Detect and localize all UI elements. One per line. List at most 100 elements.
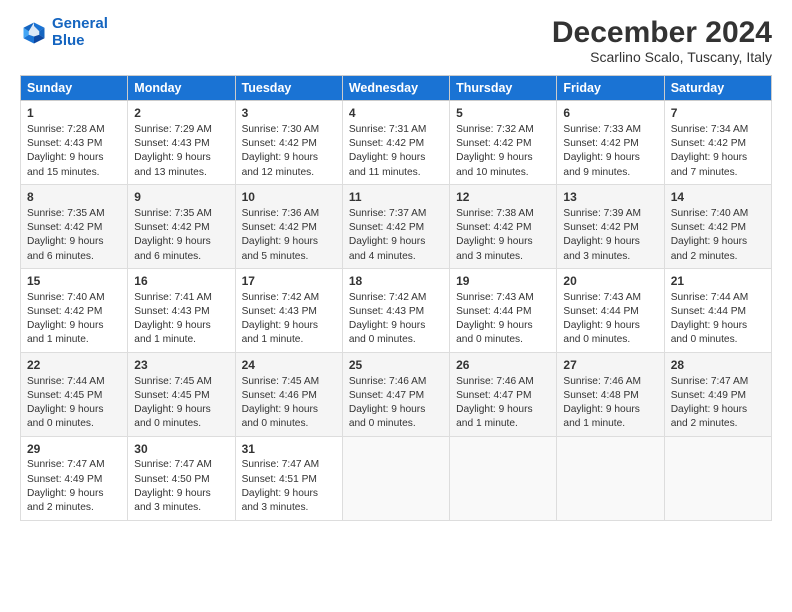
calendar-cell: 29Sunrise: 7:47 AMSunset: 4:49 PMDayligh… [21,436,128,520]
cell-line: Sunrise: 7:36 AM [242,207,336,221]
cell-line: Sunset: 4:47 PM [456,389,550,403]
cell-line: Sunset: 4:51 PM [242,473,336,487]
calendar-cell: 6Sunrise: 7:33 AMSunset: 4:42 PMDaylight… [557,101,664,185]
calendar-cell: 28Sunrise: 7:47 AMSunset: 4:49 PMDayligh… [664,352,771,436]
cell-line: Sunset: 4:42 PM [349,137,443,151]
day-header-tuesday: Tuesday [235,76,342,101]
cell-line: and 10 minutes. [456,166,550,180]
week-row-3: 15Sunrise: 7:40 AMSunset: 4:42 PMDayligh… [21,268,772,352]
cell-line: and 15 minutes. [27,166,121,180]
cell-line: and 0 minutes. [27,417,121,431]
day-header-friday: Friday [557,76,664,101]
cell-line: Sunset: 4:48 PM [563,389,657,403]
cell-line: Sunset: 4:43 PM [27,137,121,151]
cell-line: Sunrise: 7:43 AM [456,291,550,305]
day-number: 8 [27,189,121,206]
day-number: 20 [563,273,657,290]
day-number: 4 [349,105,443,122]
cell-line: and 1 minute. [563,417,657,431]
cell-line: Sunset: 4:45 PM [27,389,121,403]
cell-line: Sunset: 4:42 PM [349,221,443,235]
cell-line: Sunset: 4:43 PM [134,137,228,151]
cell-line: Daylight: 9 hours [563,319,657,333]
cell-line: Sunrise: 7:47 AM [134,458,228,472]
cell-line: Daylight: 9 hours [671,319,765,333]
cell-line: and 5 minutes. [242,250,336,264]
cell-line: Sunrise: 7:42 AM [242,291,336,305]
day-number: 28 [671,357,765,374]
logo-line2: Blue [52,32,85,49]
calendar-cell: 16Sunrise: 7:41 AMSunset: 4:43 PMDayligh… [128,268,235,352]
calendar-cell: 20Sunrise: 7:43 AMSunset: 4:44 PMDayligh… [557,268,664,352]
cell-line: Daylight: 9 hours [242,403,336,417]
day-header-saturday: Saturday [664,76,771,101]
calendar-cell [557,436,664,520]
cell-line: Sunset: 4:43 PM [242,305,336,319]
cell-line: and 0 minutes. [134,417,228,431]
day-number: 18 [349,273,443,290]
cell-line: Daylight: 9 hours [27,319,121,333]
page: General Blue December 2024 Scarlino Scal… [0,0,792,531]
logo-icon [20,19,48,47]
week-row-4: 22Sunrise: 7:44 AMSunset: 4:45 PMDayligh… [21,352,772,436]
cell-line: Daylight: 9 hours [671,151,765,165]
cell-line: Sunrise: 7:45 AM [134,375,228,389]
header: General Blue December 2024 Scarlino Scal… [20,16,772,65]
calendar-cell: 4Sunrise: 7:31 AMSunset: 4:42 PMDaylight… [342,101,449,185]
cell-line: Sunrise: 7:41 AM [134,291,228,305]
day-number: 17 [242,273,336,290]
cell-line: Sunrise: 7:37 AM [349,207,443,221]
day-header-thursday: Thursday [450,76,557,101]
calendar-cell: 27Sunrise: 7:46 AMSunset: 4:48 PMDayligh… [557,352,664,436]
calendar-cell: 18Sunrise: 7:42 AMSunset: 4:43 PMDayligh… [342,268,449,352]
calendar-cell: 25Sunrise: 7:46 AMSunset: 4:47 PMDayligh… [342,352,449,436]
cell-line: and 3 minutes. [134,501,228,515]
cell-line: Daylight: 9 hours [349,235,443,249]
cell-line: Daylight: 9 hours [134,235,228,249]
cell-line: Daylight: 9 hours [349,151,443,165]
cell-line: Sunrise: 7:40 AM [27,291,121,305]
cell-line: Sunset: 4:49 PM [27,473,121,487]
cell-line: and 1 minute. [456,417,550,431]
day-number: 14 [671,189,765,206]
day-number: 21 [671,273,765,290]
day-number: 11 [349,189,443,206]
cell-line: and 0 minutes. [456,333,550,347]
cell-line: Sunrise: 7:47 AM [242,458,336,472]
cell-line: Sunrise: 7:43 AM [563,291,657,305]
cell-line: Daylight: 9 hours [134,403,228,417]
cell-line: Sunset: 4:42 PM [563,221,657,235]
cell-line: Sunset: 4:43 PM [134,305,228,319]
day-number: 5 [456,105,550,122]
cell-line: Sunrise: 7:46 AM [563,375,657,389]
calendar-cell: 10Sunrise: 7:36 AMSunset: 4:42 PMDayligh… [235,184,342,268]
cell-line: Sunrise: 7:34 AM [671,123,765,137]
cell-line: Sunrise: 7:39 AM [563,207,657,221]
title-block: December 2024 Scarlino Scalo, Tuscany, I… [552,16,772,65]
day-number: 10 [242,189,336,206]
cell-line: Sunrise: 7:32 AM [456,123,550,137]
cell-line: Daylight: 9 hours [27,487,121,501]
calendar-cell: 15Sunrise: 7:40 AMSunset: 4:42 PMDayligh… [21,268,128,352]
day-number: 12 [456,189,550,206]
cell-line: Sunset: 4:42 PM [671,137,765,151]
cell-line: Daylight: 9 hours [349,319,443,333]
calendar-cell [664,436,771,520]
cell-line: and 1 minute. [134,333,228,347]
cell-line: Sunrise: 7:46 AM [349,375,443,389]
cell-line: Sunset: 4:44 PM [456,305,550,319]
logo: General Blue [20,16,108,49]
cell-line: and 13 minutes. [134,166,228,180]
cell-line: Daylight: 9 hours [134,487,228,501]
cell-line: Sunset: 4:42 PM [242,221,336,235]
calendar-cell: 30Sunrise: 7:47 AMSunset: 4:50 PMDayligh… [128,436,235,520]
cell-line: and 0 minutes. [242,417,336,431]
cell-line: Daylight: 9 hours [27,151,121,165]
day-number: 2 [134,105,228,122]
cell-line: and 4 minutes. [349,250,443,264]
cell-line: Sunrise: 7:28 AM [27,123,121,137]
cell-line: Sunset: 4:49 PM [671,389,765,403]
cell-line: Daylight: 9 hours [671,235,765,249]
cell-line: Sunset: 4:50 PM [134,473,228,487]
cell-line: Daylight: 9 hours [242,487,336,501]
